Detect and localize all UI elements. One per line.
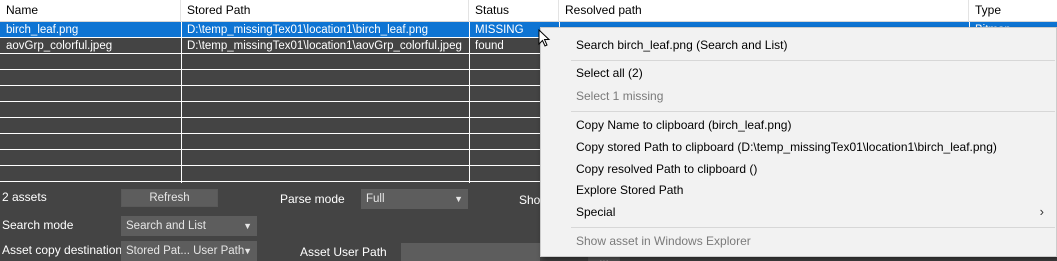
search-mode-dropdown[interactable]: Search and List ▼ (121, 216, 257, 236)
dropdown-arrow-icon: ▼ (243, 221, 252, 231)
column-header-status[interactable]: Status (469, 0, 559, 22)
parse-mode-dropdown[interactable]: Full ▼ (361, 189, 468, 209)
menu-item-select-all[interactable]: Select all (2) (576, 66, 643, 80)
asset-user-path-input[interactable] (401, 243, 540, 261)
menu-item-show-in-explorer[interactable]: Show asset in Windows Explorer (576, 234, 751, 248)
asset-count-label: 2 assets (2, 190, 47, 204)
menu-separator (571, 111, 1055, 112)
cell-stored-path: D:\temp_missingTex01\location1\birch_lea… (187, 24, 428, 36)
menu-item-copy-stored-path[interactable]: Copy stored Path to clipboard (D:\temp_m… (576, 140, 997, 154)
search-mode-label: Search mode (2, 218, 74, 232)
menu-item-special[interactable]: Special (576, 205, 615, 219)
cell-name: birch_leaf.png (6, 24, 79, 36)
asset-copy-destination-value: Stored Pat... User Path (126, 245, 245, 257)
asset-copy-destination-dropdown[interactable]: Stored Pat... User Path ▼ (121, 241, 257, 261)
column-header-resolved-path[interactable]: Resolved path (559, 0, 969, 22)
search-mode-value: Search and List (126, 220, 206, 232)
menu-separator (571, 60, 1055, 61)
context-menu: Search birch_leaf.png (Search and List) … (540, 27, 1057, 257)
asset-user-path-label: Asset User Path (300, 245, 387, 259)
cell-name: aovGrp_colorful.jpeg (6, 40, 113, 52)
chevron-right-icon: › (1039, 204, 1044, 219)
refresh-button[interactable]: Refresh (121, 189, 218, 207)
dropdown-arrow-icon: ▼ (243, 246, 252, 256)
menu-item-copy-name[interactable]: Copy Name to clipboard (birch_leaf.png) (576, 118, 791, 132)
menu-item-copy-resolved-path[interactable]: Copy resolved Path to clipboard () (576, 162, 757, 176)
menu-separator (571, 227, 1055, 228)
column-divider (181, 22, 182, 183)
column-header-stored-path[interactable]: Stored Path (181, 0, 469, 22)
dropdown-arrow-icon: ▼ (454, 194, 463, 204)
menu-item-explore-stored-path[interactable]: Explore Stored Path (576, 183, 683, 197)
menu-item-search[interactable]: Search birch_leaf.png (Search and List) (576, 38, 787, 52)
menu-item-select-missing[interactable]: Select 1 missing (576, 89, 663, 103)
table-header: Name Stored Path Status Resolved path Ty… (0, 0, 1057, 22)
asset-copy-destination-label: Asset copy destination (2, 243, 123, 257)
column-header-type[interactable]: Type (969, 0, 1057, 22)
parse-mode-value: Full (366, 193, 385, 205)
column-divider (469, 22, 470, 183)
parse-mode-label: Parse mode (280, 192, 345, 206)
column-header-name[interactable]: Name (0, 0, 181, 22)
cell-stored-path: D:\temp_missingTex01\location1\aovGrp_co… (187, 40, 462, 52)
mouse-pointer-icon (538, 29, 551, 47)
